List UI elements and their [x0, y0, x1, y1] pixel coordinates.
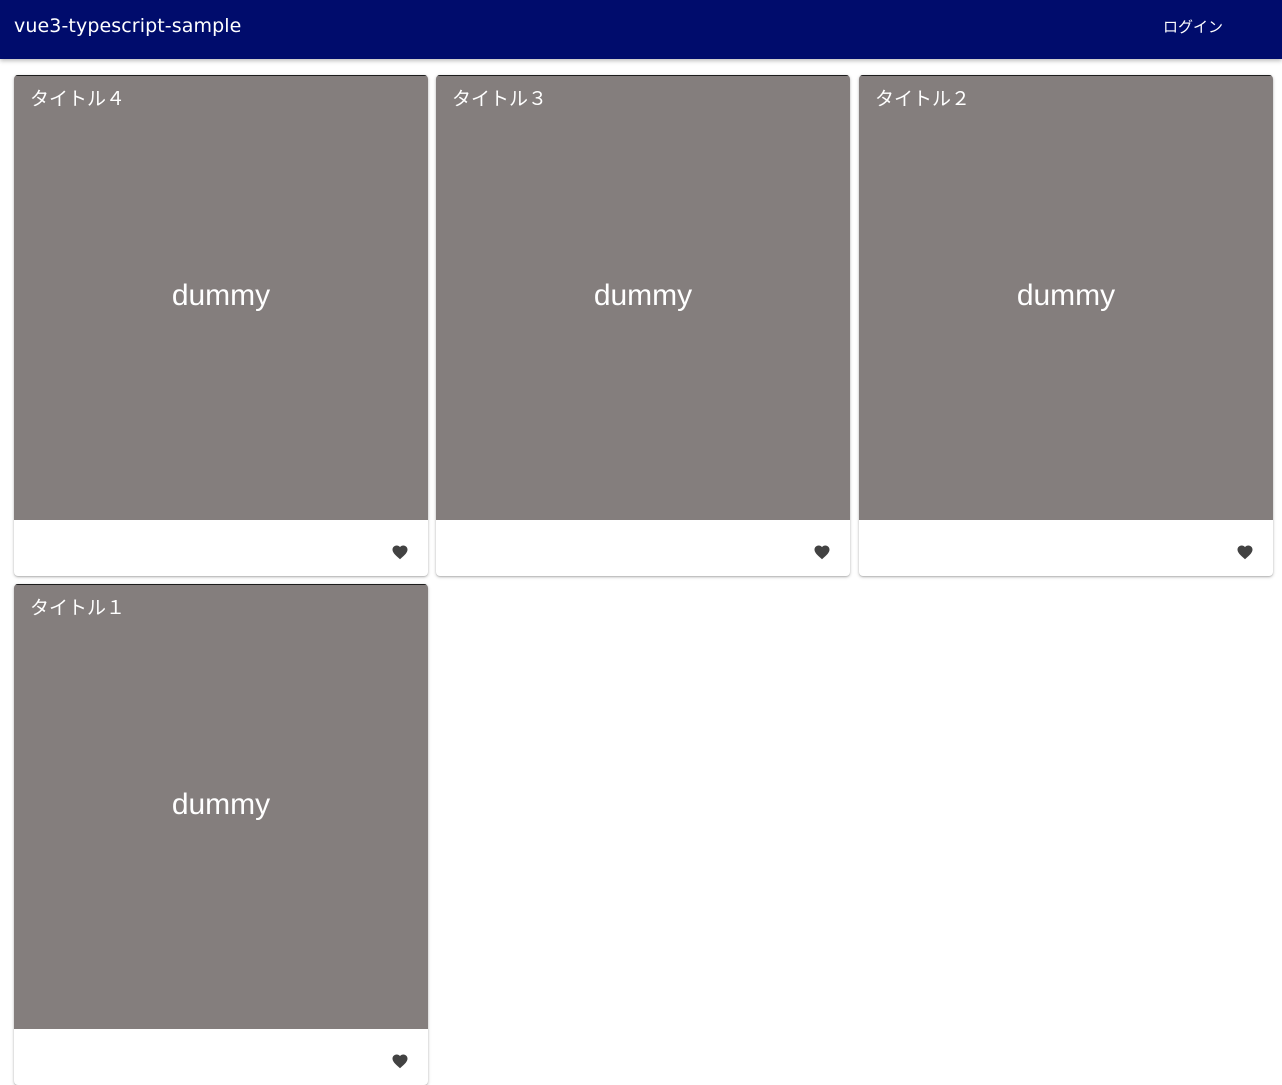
- card-image: タイトル３ dummy: [436, 75, 850, 520]
- card-image: タイトル２ dummy: [859, 75, 1273, 520]
- image-placeholder-text: dummy: [171, 279, 271, 312]
- heart-icon: [1237, 545, 1253, 560]
- favorite-button[interactable]: [384, 532, 416, 564]
- card-actions: [14, 1029, 428, 1085]
- favorite-button[interactable]: [806, 532, 838, 564]
- post-card[interactable]: タイトル２ dummy: [859, 75, 1273, 576]
- post-card[interactable]: タイトル４ dummy: [14, 75, 428, 576]
- image-placeholder-text: dummy: [171, 788, 271, 821]
- card-title: タイトル３: [452, 88, 548, 110]
- favorite-button[interactable]: [1229, 532, 1261, 564]
- app-bar: vue3-typescript-sample ログイン: [0, 0, 1282, 59]
- card-actions: [14, 520, 428, 576]
- login-button[interactable]: ログイン: [1146, 10, 1240, 44]
- card-image: タイトル４ dummy: [14, 75, 428, 520]
- card-actions: [859, 520, 1273, 576]
- heart-icon: [392, 1054, 408, 1069]
- heart-icon: [392, 545, 408, 560]
- favorite-button[interactable]: [384, 1041, 416, 1073]
- card-title: タイトル２: [875, 88, 971, 110]
- card-image: タイトル１ dummy: [14, 584, 428, 1029]
- heart-icon: [814, 545, 830, 560]
- image-placeholder-text: dummy: [1016, 279, 1116, 312]
- post-card[interactable]: タイトル１ dummy: [14, 584, 428, 1085]
- app-title: vue3-typescript-sample: [14, 15, 242, 37]
- card-title: タイトル１: [30, 597, 126, 619]
- post-card[interactable]: タイトル３ dummy: [436, 75, 850, 576]
- card-actions: [436, 520, 850, 576]
- image-placeholder-text: dummy: [593, 279, 693, 312]
- card-title: タイトル４: [30, 88, 126, 110]
